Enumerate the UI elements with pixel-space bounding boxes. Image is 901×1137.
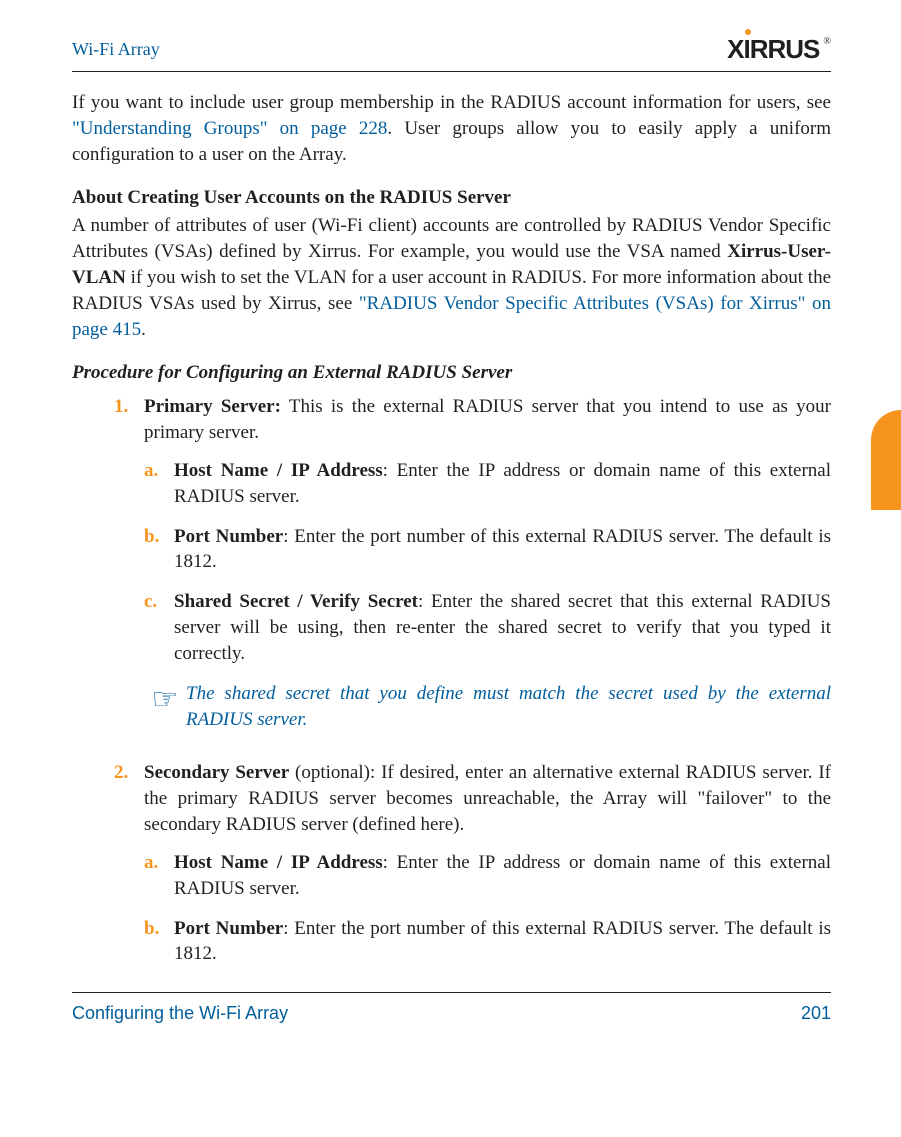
about-p-end: . <box>141 319 146 340</box>
link-understanding-groups[interactable]: "Understanding Groups" on page 228 <box>72 118 387 139</box>
sub-body: Port Number: Enter the port number of th… <box>174 524 831 576</box>
page-number: 201 <box>801 1003 831 1024</box>
port-number-bold: Port Number <box>174 526 283 547</box>
running-title: Wi-Fi Array <box>72 39 160 60</box>
host-name-bold: Host Name / IP Address <box>174 460 383 481</box>
brand-logo: XIRRUS ® <box>727 34 831 65</box>
list-number: 2. <box>114 760 144 981</box>
about-paragraph: A number of attributes of user (Wi-Fi cl… <box>72 213 831 342</box>
primary-server-bold: Primary Server: <box>144 396 281 417</box>
note-text: The shared secret that you define must m… <box>186 681 831 733</box>
footer-row: Configuring the Wi-Fi Array 201 <box>72 1003 831 1024</box>
list-item-body: Secondary Server (optional): If desired,… <box>144 760 831 981</box>
sub-list-2: a. Host Name / IP Address: Enter the IP … <box>144 850 831 967</box>
sub-body: Host Name / IP Address: Enter the IP add… <box>174 850 831 902</box>
intro-paragraph: If you want to include user group member… <box>72 90 831 167</box>
sub-body: Port Number: Enter the port number of th… <box>174 916 831 968</box>
list-item-1: 1. Primary Server: This is the external … <box>114 394 831 746</box>
ordered-list: 1. Primary Server: This is the external … <box>114 394 831 981</box>
sub-item-2a: a. Host Name / IP Address: Enter the IP … <box>144 850 831 902</box>
intro-pre: If you want to include user group member… <box>72 92 831 113</box>
note-row: ☞ The shared secret that you define must… <box>144 681 831 733</box>
logo-text: XIRRUS <box>727 34 819 65</box>
secondary-server-bold: Secondary Server <box>144 762 289 783</box>
sub-letter: b. <box>144 916 174 968</box>
page-footer: Configuring the Wi-Fi Array 201 <box>72 992 831 1024</box>
body-text: If you want to include user group member… <box>72 90 831 981</box>
sub-body: Host Name / IP Address: Enter the IP add… <box>174 458 831 510</box>
sub-letter: a. <box>144 850 174 902</box>
shared-secret-bold: Shared Secret / Verify Secret <box>174 591 418 612</box>
list-item-2: 2. Secondary Server (optional): If desir… <box>114 760 831 981</box>
sub-item-1a: a. Host Name / IP Address: Enter the IP … <box>144 458 831 510</box>
list-number: 1. <box>114 394 144 746</box>
hand-point-icon: ☞ <box>144 685 186 715</box>
heading-about-creating: About Creating User Accounts on the RADI… <box>72 185 831 211</box>
sub-body: Shared Secret / Verify Secret: Enter the… <box>174 589 831 666</box>
sub-letter: b. <box>144 524 174 576</box>
sub-letter: a. <box>144 458 174 510</box>
list-item-body: Primary Server: This is the external RAD… <box>144 394 831 746</box>
sub-item-2b: b. Port Number: Enter the port number of… <box>144 916 831 968</box>
footer-section-title: Configuring the Wi-Fi Array <box>72 1003 288 1024</box>
footer-divider <box>72 992 831 993</box>
page-container: Wi-Fi Array XIRRUS ® If you want to incl… <box>0 0 901 1060</box>
heading-procedure: Procedure for Configuring an External RA… <box>72 360 831 386</box>
sub-item-1b: b. Port Number: Enter the port number of… <box>144 524 831 576</box>
header-divider <box>72 71 831 72</box>
sub-letter: c. <box>144 589 174 666</box>
sub-item-1c: c. Shared Secret / Verify Secret: Enter … <box>144 589 831 666</box>
about-p-pre: A number of attributes of user (Wi-Fi cl… <box>72 215 831 262</box>
host-name-bold: Host Name / IP Address <box>174 852 383 873</box>
port-number-bold: Port Number <box>174 918 283 939</box>
running-header: Wi-Fi Array XIRRUS ® <box>72 33 831 65</box>
sub-list-1: a. Host Name / IP Address: Enter the IP … <box>144 458 831 732</box>
registered-icon: ® <box>823 36 831 47</box>
